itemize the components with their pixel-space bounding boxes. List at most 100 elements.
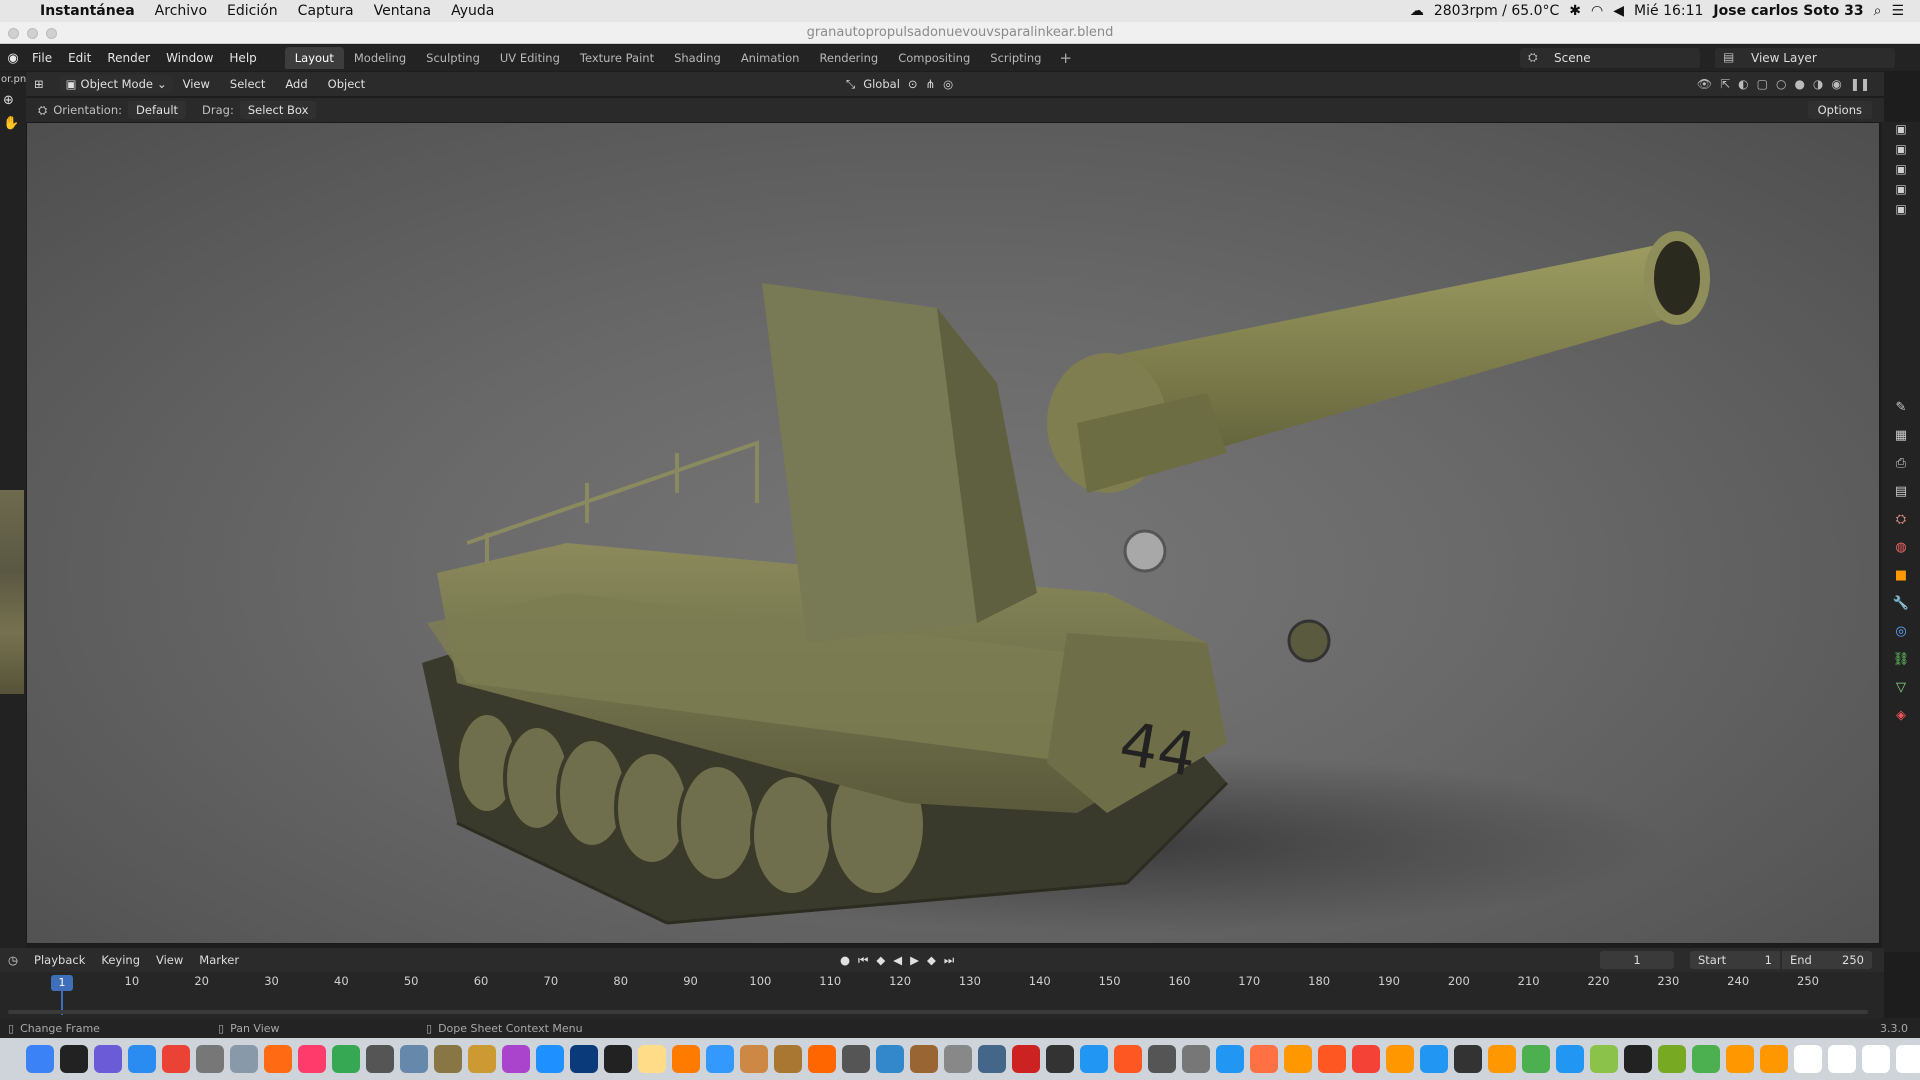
physics-properties-icon[interactable]: ◎ xyxy=(1887,618,1915,644)
proportional-edit-icon[interactable]: ◎ xyxy=(943,77,953,91)
menu-render[interactable]: Render xyxy=(99,51,158,65)
dock-app-icon[interactable] xyxy=(842,1045,870,1073)
menu-archivo[interactable]: Archivo xyxy=(145,3,217,19)
dock-app-icon[interactable] xyxy=(1114,1045,1142,1073)
jump-end-icon[interactable]: ⏭ xyxy=(944,953,954,968)
fan-status[interactable]: 2803rpm / 65.0°C xyxy=(1434,3,1559,19)
dock-app-icon[interactable] xyxy=(1012,1045,1040,1073)
next-keyframe-icon[interactable]: ◆ xyxy=(927,953,936,968)
material-shading-icon[interactable]: ◑ xyxy=(1813,77,1823,91)
current-frame-marker[interactable]: 1 xyxy=(51,975,73,991)
dock-app-icon[interactable] xyxy=(876,1045,904,1073)
volume-icon[interactable]: ◀ xyxy=(1613,3,1624,19)
tool-icon[interactable]: ⛭ xyxy=(38,103,47,118)
camera-icon[interactable]: ▣ xyxy=(1882,202,1920,222)
dock-app-icon[interactable] xyxy=(298,1045,326,1073)
dock-app-icon[interactable] xyxy=(774,1045,802,1073)
dock-app-icon[interactable] xyxy=(1692,1045,1720,1073)
dock-app-icon[interactable] xyxy=(502,1045,530,1073)
camera-icon[interactable]: ▣ xyxy=(1882,182,1920,202)
render-properties-icon[interactable]: ▦ xyxy=(1887,422,1915,448)
dock-app-icon[interactable] xyxy=(944,1045,972,1073)
dock-app-icon[interactable] xyxy=(1386,1045,1414,1073)
view-layer-properties-icon[interactable]: ▤ xyxy=(1887,478,1915,504)
spotlight-icon[interactable]: ⌕ xyxy=(1874,3,1882,19)
menu-captura[interactable]: Captura xyxy=(288,3,364,19)
notification-center-icon[interactable]: ☰ xyxy=(1891,3,1904,19)
dock-app-icon[interactable] xyxy=(1182,1045,1210,1073)
dock-app-icon[interactable] xyxy=(162,1045,190,1073)
hand-pan-icon[interactable]: ✋ xyxy=(0,108,26,131)
rendered-shading-icon[interactable]: ◉ xyxy=(1831,77,1841,91)
dock-app-icon[interactable] xyxy=(570,1045,598,1073)
menu-keying[interactable]: Keying xyxy=(93,953,148,967)
dock-app-icon[interactable] xyxy=(468,1045,496,1073)
prev-keyframe-icon[interactable]: ◆ xyxy=(876,953,885,968)
menu-add[interactable]: Add xyxy=(275,77,317,91)
menu-object[interactable]: Object xyxy=(318,77,375,91)
camera-icon[interactable]: ▣ xyxy=(1882,122,1920,142)
menu-ventana[interactable]: Ventana xyxy=(364,3,442,19)
start-frame-field[interactable]: Start 1 xyxy=(1690,951,1780,969)
constraint-properties-icon[interactable]: ⛓ xyxy=(1887,646,1915,672)
menu-help[interactable]: Help xyxy=(221,51,264,65)
dock-app-icon[interactable] xyxy=(1250,1045,1278,1073)
dock-app-icon[interactable] xyxy=(1148,1045,1176,1073)
view-layer-selector[interactable]: ▤ View Layer xyxy=(1715,48,1895,68)
dock-app-icon[interactable] xyxy=(1522,1045,1550,1073)
dock-app-icon[interactable] xyxy=(1080,1045,1108,1073)
visibility-icon[interactable]: 👁 xyxy=(1697,77,1712,91)
dock-app-icon[interactable] xyxy=(1556,1045,1584,1073)
timeline-body[interactable]: 1 10 20 30 40 50 60 70 80 90 100 110 120 130 140 150 160… xyxy=(0,972,1884,1018)
material-properties-icon[interactable]: ◈ xyxy=(1887,702,1915,728)
play-reverse-icon[interactable]: ◀ xyxy=(893,953,902,968)
camera-icon[interactable]: ▣ xyxy=(1882,162,1920,182)
dock-app-icon[interactable] xyxy=(1862,1045,1890,1073)
jump-start-icon[interactable]: ⏮ xyxy=(858,953,868,968)
timeline-editor-icon[interactable]: ◷ xyxy=(0,953,26,967)
add-icon[interactable]: ⊕ xyxy=(0,85,26,108)
dock-app-icon[interactable] xyxy=(60,1045,88,1073)
3d-viewport[interactable]: 44 xyxy=(26,122,1880,944)
dock-app-icon[interactable] xyxy=(264,1045,292,1073)
add-workspace-button[interactable]: + xyxy=(1051,49,1080,67)
play-icon[interactable]: ▶ xyxy=(910,953,919,968)
output-properties-icon[interactable]: ⎙ xyxy=(1887,450,1915,476)
dock-app-icon[interactable] xyxy=(910,1045,938,1073)
object-properties-icon[interactable]: ■ xyxy=(1887,562,1915,588)
dock-app-icon[interactable] xyxy=(1896,1045,1920,1073)
dock-app-icon[interactable] xyxy=(1726,1045,1754,1073)
dock-app-icon[interactable] xyxy=(366,1045,394,1073)
dock-app-icon[interactable] xyxy=(1216,1045,1244,1073)
dock-app-icon[interactable] xyxy=(1828,1045,1856,1073)
tab-scripting[interactable]: Scripting xyxy=(980,47,1051,69)
blender-logo-icon[interactable]: ◉ xyxy=(2,49,24,67)
dock-app-icon[interactable] xyxy=(1794,1045,1822,1073)
dock-app-icon[interactable] xyxy=(672,1045,700,1073)
clock[interactable]: Mié 16:11 xyxy=(1634,3,1703,19)
solid-shading-icon[interactable]: ● xyxy=(1794,77,1804,91)
tab-texture-paint[interactable]: Texture Paint xyxy=(570,47,664,69)
wireframe-shading-icon[interactable]: ○ xyxy=(1776,77,1786,91)
orientation-dropdown[interactable]: Default xyxy=(128,101,187,119)
tab-rendering[interactable]: Rendering xyxy=(809,47,888,69)
tab-sculpting[interactable]: Sculpting xyxy=(416,47,490,69)
options-dropdown[interactable]: Options xyxy=(1807,101,1872,119)
data-properties-icon[interactable]: ▽ xyxy=(1887,674,1915,700)
dock-app-icon[interactable] xyxy=(1454,1045,1482,1073)
menu-view[interactable]: View xyxy=(173,77,220,91)
dock-app-icon[interactable] xyxy=(604,1045,632,1073)
transform-orientation-dropdown[interactable]: Global xyxy=(863,77,900,91)
dock-app-icon[interactable] xyxy=(434,1045,462,1073)
camera-icon[interactable]: ▣ xyxy=(1882,142,1920,162)
menu-edit[interactable]: Edit xyxy=(60,51,99,65)
tool-properties-icon[interactable]: ✎ xyxy=(1887,394,1915,420)
menu-marker[interactable]: Marker xyxy=(191,953,247,967)
scene-selector[interactable]: ⛭ Scene xyxy=(1520,48,1700,68)
gizmo-icon[interactable]: ⇱ xyxy=(1720,77,1730,91)
tab-animation[interactable]: Animation xyxy=(731,47,810,69)
menu-file[interactable]: File xyxy=(24,51,60,65)
dock-app-icon[interactable] xyxy=(536,1045,564,1073)
dock-app-icon[interactable] xyxy=(978,1045,1006,1073)
pause-render-icon[interactable]: ❚❚ xyxy=(1850,77,1870,91)
